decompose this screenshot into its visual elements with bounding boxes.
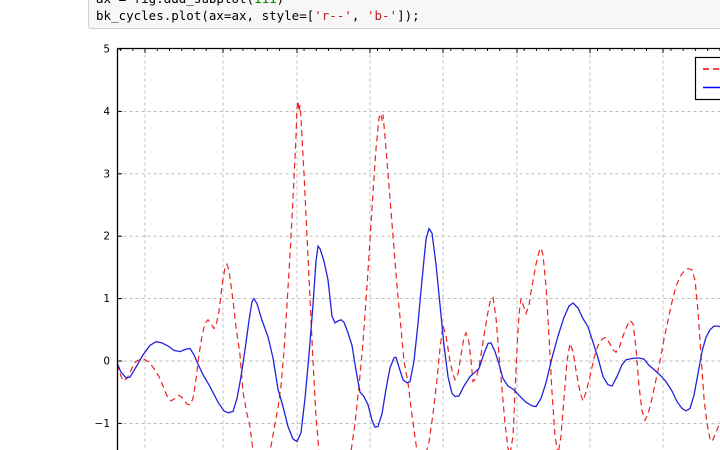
y-tick-label: −1 [95, 418, 110, 430]
legend [696, 58, 720, 100]
y-tick-labels: 5 4 3 2 1 0 −1 [95, 44, 111, 430]
y-tick-label: 1 [103, 293, 110, 305]
grid-lines [118, 49, 720, 450]
y-tick-label: 3 [103, 168, 110, 180]
legend-box [696, 58, 720, 100]
series-red-dashed-line [117, 101, 720, 450]
series-blue-solid-line [117, 229, 720, 442]
y-tick-label: 0 [103, 356, 110, 368]
axes-spines [118, 49, 720, 450]
figure-plot: 5 4 3 2 1 0 −1 [0, 0, 720, 450]
y-tick-label: 5 [103, 44, 110, 56]
y-tick-label: 4 [103, 106, 110, 118]
y-tick-label: 2 [103, 231, 110, 243]
